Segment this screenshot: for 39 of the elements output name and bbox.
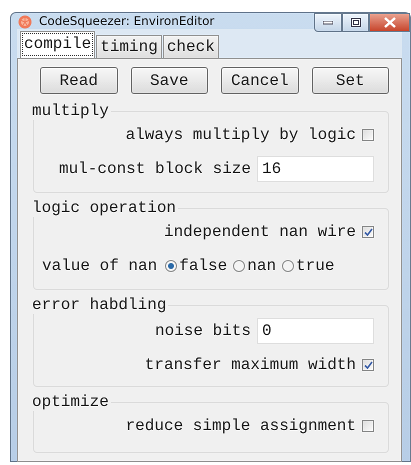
minimize-icon (323, 20, 333, 24)
radio-button[interactable] (165, 260, 178, 272)
radio-button[interactable] (233, 260, 246, 272)
input-field[interactable]: 0 (257, 318, 374, 344)
group-title: optimize (30, 393, 111, 411)
maximize-button[interactable] (342, 13, 369, 32)
tab[interactable]: timing (96, 35, 162, 58)
radio-button[interactable] (282, 260, 294, 272)
checkbox-label: transfer maximum width (144, 356, 356, 374)
radio-label: nan (247, 257, 276, 275)
fruit-icon (17, 13, 33, 29)
checkbox[interactable] (362, 226, 374, 238)
radio-group-label: value of nan (42, 257, 158, 275)
close-icon (384, 17, 396, 28)
field-label: mul-const block size (58, 160, 251, 178)
group-title: multiply (30, 102, 111, 120)
checkbox-label: independent nan wire (164, 223, 356, 241)
field-label: noise bits (154, 322, 251, 340)
checkmark-icon (364, 228, 372, 236)
group-title: error habdling (30, 296, 168, 314)
checkmark-icon (364, 360, 372, 370)
action-button[interactable]: Set (312, 67, 389, 94)
radio-label: true (296, 257, 334, 275)
input-field[interactable]: 16 (257, 156, 374, 182)
checkbox-label: reduce simple assignment (126, 417, 356, 435)
close-button[interactable] (369, 13, 410, 32)
checkbox[interactable] (362, 129, 374, 141)
action-button[interactable]: Save (130, 67, 208, 94)
action-button[interactable]: Read (40, 67, 118, 94)
tab[interactable]: compile (20, 31, 96, 58)
radio-label: false (179, 257, 228, 275)
window-title: CodeSqueezer: EnvironEditor (39, 14, 214, 28)
action-button[interactable]: Cancel (221, 67, 298, 94)
checkbox[interactable] (362, 359, 374, 371)
minimize-button[interactable] (314, 13, 342, 32)
checkbox-label: always multiply by logic (126, 126, 356, 144)
maximize-icon (350, 18, 360, 27)
tab[interactable]: check (162, 35, 219, 58)
checkbox[interactable] (362, 420, 374, 432)
